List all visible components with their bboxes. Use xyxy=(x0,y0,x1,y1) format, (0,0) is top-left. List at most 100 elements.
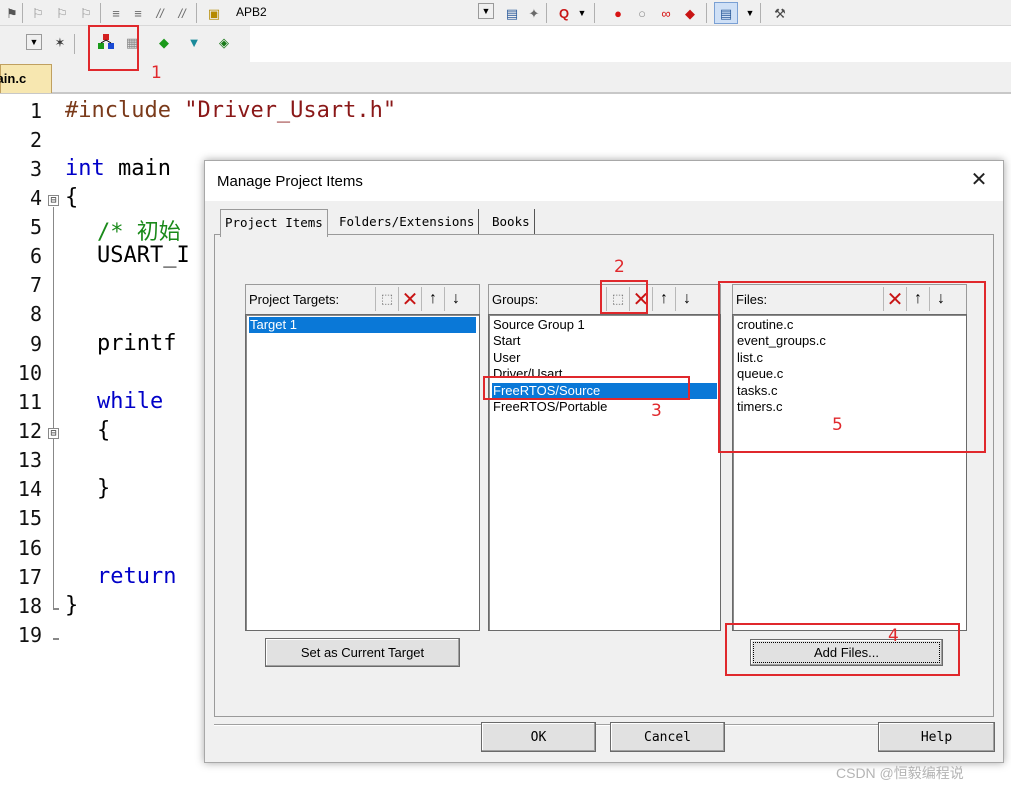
dialog-divider xyxy=(214,724,994,726)
line-number: 5 xyxy=(29,215,42,239)
pack-installer-icon[interactable]: ▼ xyxy=(184,32,204,52)
line-number: 6 xyxy=(29,244,42,268)
pack-install-chip-icon[interactable]: ◈ xyxy=(214,32,234,52)
dropdown-icon[interactable]: ▼ xyxy=(26,34,42,50)
comment-icon[interactable]: // xyxy=(150,3,170,23)
set-as-current-target-button[interactable]: Set as Current Target xyxy=(265,638,460,667)
line-number-gutter: 1 2 3 4 5 6 7 8 9 10 11 12 13 14 15 16 1… xyxy=(0,96,62,789)
annotation-number-3: 3 xyxy=(651,401,662,421)
fold-toggle-icon[interactable]: ⊟ xyxy=(48,428,59,439)
dropdown-icon[interactable]: ▼ xyxy=(572,3,592,23)
line-number: 15 xyxy=(17,506,42,530)
cancel-button[interactable]: Cancel xyxy=(610,722,725,752)
list-item-target-1[interactable]: Target 1 xyxy=(249,317,476,333)
list-item-group[interactable]: FreeRTOS/Portable xyxy=(492,399,607,415)
list-item-group[interactable]: Start xyxy=(492,333,520,349)
toolbar-separator xyxy=(74,34,75,54)
annotation-box-1 xyxy=(88,25,139,71)
fold-guide xyxy=(53,638,59,640)
code-line-6: USART_I xyxy=(97,243,190,268)
delete-target-icon[interactable]: ✕ xyxy=(398,287,421,311)
debug-icon[interactable]: ✦ xyxy=(524,3,544,23)
line-number: 18 xyxy=(17,594,42,618)
toolbar-separator xyxy=(760,3,761,23)
function-name: main xyxy=(118,156,171,181)
project-targets-label: Project Targets: xyxy=(249,292,340,307)
tab-books[interactable]: Books xyxy=(488,209,535,235)
ok-button[interactable]: OK xyxy=(481,722,596,752)
tab-main-c[interactable]: main.c xyxy=(0,64,52,93)
line-number: 14 xyxy=(17,477,42,501)
help-button[interactable]: Help xyxy=(878,722,995,752)
manage-runtime-icon[interactable]: ◆ xyxy=(154,32,174,52)
app-window: ⚑ ⚐ ⚐ ⚐ ≡ ≡ // // ▣ APB2 ▼ ▤ ✦ Q ▼ ● ○ ∞… xyxy=(0,0,1011,789)
fold-guide xyxy=(53,207,54,610)
line-number: 3 xyxy=(29,157,42,181)
code-line-3: int main xyxy=(65,156,171,181)
breakpoint-insert-icon[interactable]: ● xyxy=(608,3,628,23)
list-item-group[interactable]: User xyxy=(492,350,520,366)
build-toolbar: ⚑ ⚐ ⚐ ⚐ ≡ ≡ // // ▣ APB2 ▼ ▤ ✦ Q ▼ ● ○ ∞… xyxy=(0,0,1011,26)
move-down-icon[interactable]: ↓ xyxy=(444,287,467,311)
tab-folders-extensions[interactable]: Folders/Extensions xyxy=(335,209,480,235)
close-icon[interactable]: ✕ xyxy=(967,169,991,193)
line-number: 7 xyxy=(29,273,42,297)
code-line-9: printf xyxy=(97,331,177,356)
tab-project-items[interactable]: Project Items xyxy=(220,209,328,237)
toolbar-separator xyxy=(100,3,101,23)
toolbar-separator xyxy=(196,3,197,23)
annotation-number-4: 4 xyxy=(888,626,899,646)
breakpoint-kill-icon[interactable]: ◆ xyxy=(680,3,700,23)
window-menu-icon[interactable]: ▤ xyxy=(714,2,738,24)
configure-icon[interactable]: ⚒ xyxy=(770,3,790,23)
fold-guide xyxy=(53,608,59,610)
code-line-17: return xyxy=(97,564,177,589)
open-file-icon[interactable]: ▣ xyxy=(204,3,224,23)
indent-icon[interactable]: ≡ xyxy=(106,3,126,23)
new-target-icon[interactable]: ⬚ xyxy=(375,287,398,311)
list-item-group[interactable]: Source Group 1 xyxy=(492,317,585,333)
breakpoints-icon[interactable]: ∞ xyxy=(656,3,676,23)
code-line-14: } xyxy=(97,476,111,501)
line-number: 1 xyxy=(29,99,42,123)
line-number: 12 xyxy=(17,419,42,443)
dropdown-icon[interactable]: ▼ xyxy=(478,3,494,19)
annotation-box-4 xyxy=(725,623,960,676)
find-in-files-icon[interactable]: ▤ xyxy=(502,3,522,23)
toolbar-separator xyxy=(706,3,707,23)
uncomment-icon[interactable]: // xyxy=(172,3,192,23)
move-down-icon[interactable]: ↓ xyxy=(675,287,698,311)
groups-label: Groups: xyxy=(492,292,539,307)
fold-toggle-icon[interactable]: ⊟ xyxy=(48,195,59,206)
code-line-5: /* 初始 xyxy=(97,220,181,245)
toolbar-separator xyxy=(22,3,23,23)
code-line-18: } xyxy=(65,593,79,618)
watermark: CSDN @恒毅编程说 xyxy=(836,765,964,781)
groups-list[interactable]: Source Group 1 Start User Driver/Usart F… xyxy=(488,314,721,631)
line-number: 13 xyxy=(17,448,42,472)
line-number: 17 xyxy=(17,565,42,589)
move-up-icon[interactable]: ↑ xyxy=(421,287,444,311)
dropdown-icon[interactable]: ▼ xyxy=(740,3,760,23)
zoom-icon[interactable]: Q xyxy=(554,3,574,23)
flag-icon[interactable]: ⚑ xyxy=(2,3,22,23)
annotation-number-1: 1 xyxy=(151,63,162,83)
toolbar-separator xyxy=(546,3,547,23)
line-number: 4 xyxy=(29,186,42,210)
breakpoint-disable-icon[interactable]: ○ xyxy=(632,3,652,23)
code-line-11: while xyxy=(97,389,164,414)
options-magic-wand-icon[interactable]: ✶ xyxy=(50,32,70,52)
annotation-box-3 xyxy=(483,376,690,400)
bookmark-clear-icon[interactable]: ⚐ xyxy=(76,3,96,23)
target-select-label[interactable]: APB2 xyxy=(236,5,267,19)
annotation-box-5 xyxy=(718,281,986,453)
project-targets-list[interactable]: Target 1 xyxy=(245,314,480,631)
line-number: 8 xyxy=(29,302,42,326)
move-up-icon[interactable]: ↑ xyxy=(652,287,675,311)
code-line-4: { xyxy=(65,185,79,210)
bookmark-prev-icon[interactable]: ⚐ xyxy=(28,3,48,23)
unindent-icon[interactable]: ≡ xyxy=(128,3,148,23)
project-targets-tools: ⬚ ✕ ↑ ↓ xyxy=(375,287,467,311)
annotation-number-5: 5 xyxy=(832,415,843,435)
bookmark-next-icon[interactable]: ⚐ xyxy=(52,3,72,23)
